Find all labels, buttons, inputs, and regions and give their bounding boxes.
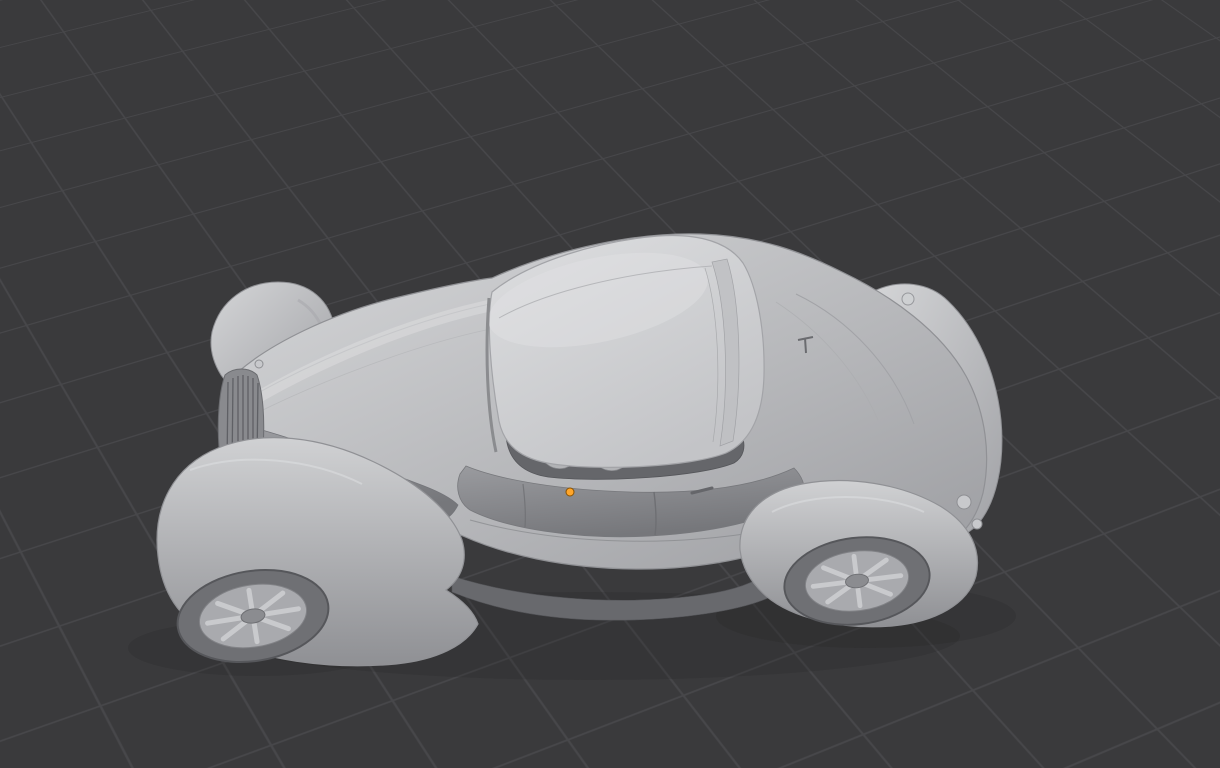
3d-viewport[interactable]	[0, 0, 1220, 768]
radiator-cap	[255, 360, 263, 368]
object-origin-indicator[interactable]	[566, 488, 574, 496]
rear-knob-1	[957, 495, 971, 509]
car-model[interactable]	[0, 0, 1220, 768]
rear-knob-2	[972, 519, 982, 529]
tail-light-knob	[902, 293, 914, 305]
